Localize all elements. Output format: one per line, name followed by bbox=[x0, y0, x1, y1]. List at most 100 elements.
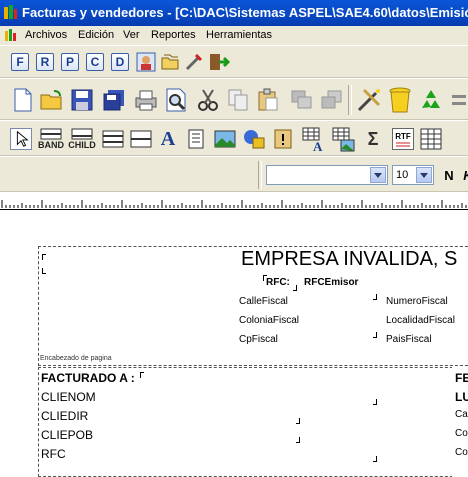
exit-icon[interactable] bbox=[208, 52, 230, 72]
folders-icon[interactable] bbox=[160, 52, 180, 72]
rtf-label: RTF bbox=[395, 131, 411, 141]
rfc-label[interactable]: RFC: bbox=[266, 277, 290, 288]
calc-sum-tool[interactable]: Σ bbox=[362, 127, 384, 151]
corner-mark bbox=[373, 294, 377, 300]
band-icon bbox=[40, 128, 62, 140]
db-rich-text-icon[interactable] bbox=[420, 128, 442, 150]
standard-toolbar bbox=[0, 78, 468, 120]
band-button[interactable]: BAND bbox=[38, 127, 64, 151]
font-dropdown-button[interactable] bbox=[370, 167, 386, 183]
italic-button[interactable]: K bbox=[461, 165, 468, 185]
corner-mark bbox=[293, 285, 297, 291]
save-icon[interactable] bbox=[70, 88, 94, 112]
title-bar: Facturas y vendedores - [C:\DAC\Sistemas… bbox=[0, 0, 468, 26]
recycle-icon[interactable] bbox=[418, 87, 444, 113]
right-field-2[interactable]: Co bbox=[455, 428, 468, 439]
corner-mark bbox=[373, 456, 377, 462]
right-field-1[interactable]: Ca bbox=[455, 409, 468, 420]
report-type-toolbar: F R P C D bbox=[0, 45, 468, 78]
corner-mark bbox=[373, 332, 377, 338]
tools-icon[interactable] bbox=[184, 52, 204, 72]
cliente-nombre-field[interactable]: CLIENOM bbox=[41, 390, 96, 404]
cliente-direccion-field[interactable]: CLIEDIR bbox=[41, 409, 88, 423]
lugar-label[interactable]: LU bbox=[455, 390, 468, 404]
corner-mark bbox=[296, 418, 300, 424]
child-label: CHILD bbox=[68, 140, 96, 150]
shape-icon[interactable] bbox=[242, 128, 266, 150]
menu-ver[interactable]: Ver bbox=[123, 26, 140, 45]
trash-icon[interactable] bbox=[388, 86, 412, 114]
corner-mark bbox=[296, 437, 300, 443]
send-back-icon[interactable] bbox=[320, 88, 344, 112]
size-dropdown-button[interactable] bbox=[416, 167, 432, 183]
child-band-icon bbox=[71, 128, 93, 140]
align-icon[interactable] bbox=[450, 87, 468, 113]
open-folder-icon[interactable] bbox=[40, 88, 64, 112]
rfc-emisor-field[interactable]: RFCEmisor bbox=[304, 277, 358, 288]
save-all-icon[interactable] bbox=[102, 88, 126, 112]
paste-icon[interactable] bbox=[256, 88, 280, 112]
font-name-select[interactable] bbox=[266, 165, 388, 185]
print-icon[interactable] bbox=[134, 88, 158, 112]
user-icon[interactable] bbox=[136, 52, 156, 72]
system-data-icon[interactable] bbox=[272, 128, 294, 150]
pais-fiscal-field[interactable]: PaisFiscal bbox=[386, 334, 432, 345]
menu-bar: Archivos Edición Ver Reportes Herramient… bbox=[0, 26, 468, 45]
cotizaciones-button[interactable]: C bbox=[86, 53, 104, 71]
band-label: BAND bbox=[38, 140, 64, 150]
text-label-tool[interactable]: A bbox=[158, 127, 178, 151]
band-caption: Encabezado de pagina bbox=[40, 355, 112, 362]
cp-fiscal-field[interactable]: CpFiscal bbox=[239, 334, 278, 345]
font-size-select[interactable]: 10 bbox=[392, 165, 434, 185]
horizontal-ruler bbox=[0, 192, 468, 210]
pointer-icon[interactable] bbox=[10, 128, 32, 150]
db-text-icon[interactable]: A bbox=[302, 127, 326, 153]
numero-fiscal-field[interactable]: NumeroFiscal bbox=[386, 296, 448, 307]
menu-archivos[interactable]: Archivos bbox=[25, 26, 67, 45]
subdetail-band-icon[interactable] bbox=[130, 129, 152, 149]
corner-mark bbox=[42, 268, 46, 274]
calle-fiscal-field[interactable]: CalleFiscal bbox=[239, 296, 288, 307]
group-band-icon[interactable] bbox=[102, 129, 124, 149]
cliente-poblacion-field[interactable]: CLIEPOB bbox=[41, 428, 93, 442]
window-title: Facturas y vendedores - [C:\DAC\Sistemas… bbox=[22, 5, 468, 20]
cut-icon[interactable] bbox=[196, 88, 220, 112]
new-document-icon[interactable] bbox=[12, 88, 34, 112]
image-icon[interactable] bbox=[214, 129, 236, 149]
facturas-button[interactable]: F bbox=[11, 53, 29, 71]
rich-text-tool[interactable]: RTF bbox=[392, 128, 414, 150]
cliente-rfc-field[interactable]: RFC bbox=[41, 447, 66, 461]
corner-mark bbox=[42, 254, 46, 260]
localidad-fiscal-field[interactable]: LocalidadFiscal bbox=[386, 315, 455, 326]
copy-icon[interactable] bbox=[226, 88, 250, 112]
company-name[interactable]: EMPRESA INVALIDA, S bbox=[241, 248, 457, 271]
corner-mark bbox=[373, 399, 377, 405]
right-field-3[interactable]: Co bbox=[455, 447, 468, 458]
bring-front-icon[interactable] bbox=[290, 88, 314, 112]
document-menu-icon[interactable] bbox=[4, 28, 18, 42]
memo-icon[interactable] bbox=[186, 129, 206, 149]
child-band-button[interactable]: CHILD bbox=[68, 127, 96, 151]
toolbar-separator bbox=[348, 85, 352, 115]
report-design-area: EMPRESA INVALIDA, S RFC: RFCEmisor Calle… bbox=[0, 210, 468, 477]
format-toolbar: 10 N K bbox=[0, 156, 468, 192]
corner-mark bbox=[263, 275, 267, 281]
menu-herramientas[interactable]: Herramientas bbox=[206, 26, 272, 45]
pedidos-button[interactable]: P bbox=[61, 53, 79, 71]
bold-button[interactable]: N bbox=[440, 165, 458, 185]
db-image-icon[interactable] bbox=[332, 127, 356, 153]
app-icon[interactable] bbox=[3, 5, 18, 20]
chevron-down-icon bbox=[420, 172, 428, 178]
print-preview-icon[interactable] bbox=[164, 88, 188, 112]
fecha-label[interactable]: FE bbox=[455, 371, 468, 385]
svg-text:A: A bbox=[313, 139, 323, 153]
remisiones-button[interactable]: R bbox=[36, 53, 54, 71]
devoluciones-button[interactable]: D bbox=[111, 53, 129, 71]
facturado-a-label[interactable]: FACTURADO A : bbox=[41, 371, 135, 385]
format-separator bbox=[258, 161, 262, 189]
colonia-fiscal-field[interactable]: ColoniaFiscal bbox=[239, 315, 299, 326]
corner-mark bbox=[140, 372, 144, 378]
wizard-tools-icon[interactable] bbox=[356, 87, 382, 113]
menu-reportes[interactable]: Reportes bbox=[151, 26, 196, 45]
menu-edicion[interactable]: Edición bbox=[78, 26, 114, 45]
